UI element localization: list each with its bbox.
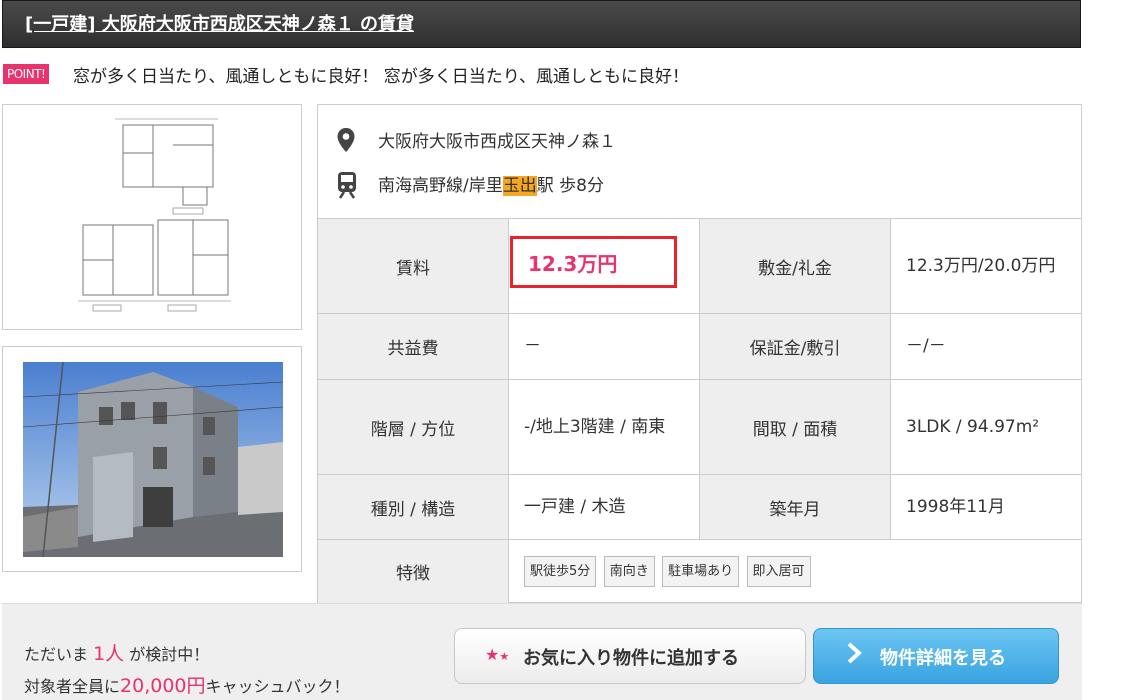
building-photo-drawing — [22, 361, 284, 558]
feature-tag: 駅徒歩5分 — [524, 556, 597, 587]
layout-value: 3LDK / 94.97m² — [890, 379, 1082, 475]
rent-cell: 12.3万円 — [508, 218, 700, 314]
features-label: 特徴 — [317, 539, 509, 604]
viewing-count: 1人 — [93, 643, 125, 665]
guarantee-value: －/－ — [890, 313, 1082, 380]
cashback-suffix: キャッシュバック！ — [205, 677, 350, 696]
train-icon — [336, 171, 358, 204]
star-icon: ★★ — [485, 645, 510, 664]
cashback-prefix: 対象者全員に — [24, 677, 121, 696]
station-highlight: 玉出 — [502, 176, 537, 196]
deposit-value: 12.3万円/20.0万円 — [890, 218, 1082, 314]
chevron-right-icon — [846, 642, 862, 670]
rent-highlight-box: 12.3万円 — [510, 235, 677, 288]
spec-table: 賃料 12.3万円 敷金/礼金 12.3万円/20.0万円 共益費 － 保証金/… — [317, 218, 1082, 604]
viewing-count-text: ただいま 1人 が検討中！ — [24, 639, 209, 666]
view-details-button[interactable]: 物件詳細を見る — [813, 628, 1059, 684]
built-value: 1998年11月 — [890, 474, 1082, 540]
property-info-panel: 大阪府大阪市西成区天神ノ森１ 南海高野線/岸里玉出駅 歩8分 賃料 12.3万円… — [317, 104, 1082, 604]
access-line: 南海高野線/岸里 — [378, 176, 503, 196]
floor-plan-drawing — [78, 118, 231, 312]
access-walk: 駅 歩8分 — [536, 176, 604, 196]
building-photo[interactable] — [2, 346, 302, 572]
map-pin-icon — [336, 127, 356, 158]
view-details-label: 物件詳細を見る — [880, 648, 1006, 669]
layout-label: 間取 / 面積 — [699, 379, 891, 475]
common-fee-value: － — [508, 313, 700, 380]
property-title-link[interactable]: [一戸建] 大阪府大阪市西成区天神ノ森１ の賃貸 — [25, 10, 414, 36]
action-bar: ただいま 1人 が検討中！ 対象者全員に20,000円キャッシュバック！ ★★ … — [2, 603, 1082, 700]
access-text: 南海高野線/岸里玉出駅 歩8分 — [378, 171, 604, 196]
floor-label: 階層 / 方位 — [317, 379, 509, 475]
cashback-amount: 20,000円 — [120, 675, 206, 697]
floor-plan-image[interactable] — [2, 104, 302, 330]
add-favorite-button[interactable]: ★★ お気に入り物件に追加する — [454, 628, 806, 684]
common-fee-label: 共益費 — [317, 313, 509, 380]
point-text: 窓が多く日当たり、風通しともに良好！ 窓が多く日当たり、風通しともに良好！ — [73, 67, 690, 87]
rent-label: 賃料 — [317, 218, 509, 314]
features-cell: 駅徒歩5分 南向き 駐車場あり 即入居可 — [508, 539, 1082, 604]
feature-tag: 南向き — [603, 556, 655, 587]
type-label: 種別 / 構造 — [317, 474, 509, 540]
built-label: 築年月 — [699, 474, 891, 540]
add-favorite-label: お気に入り物件に追加する — [523, 648, 739, 669]
cashback-text: 対象者全員に20,000円キャッシュバック！ — [24, 671, 350, 698]
point-badge: POINT! — [3, 64, 50, 84]
guarantee-label: 保証金/敷引 — [699, 313, 891, 380]
viewing-suffix: が検討中！ — [124, 645, 210, 664]
feature-tag: 即入居可 — [746, 556, 811, 587]
viewing-prefix: ただいま — [24, 645, 94, 664]
feature-tag: 駐車場あり — [662, 556, 740, 587]
address-text: 大阪府大阪市西成区天神ノ森１ — [378, 132, 616, 152]
floor-value: -/地上3階建 / 南東 — [508, 379, 700, 475]
type-value: 一戸建 / 木造 — [508, 474, 700, 540]
deposit-label: 敷金/礼金 — [699, 218, 891, 314]
title-bar: [一戸建] 大阪府大阪市西成区天神ノ森１ の賃貸 — [2, 0, 1081, 48]
rent-value: 12.3万円 — [528, 251, 618, 276]
